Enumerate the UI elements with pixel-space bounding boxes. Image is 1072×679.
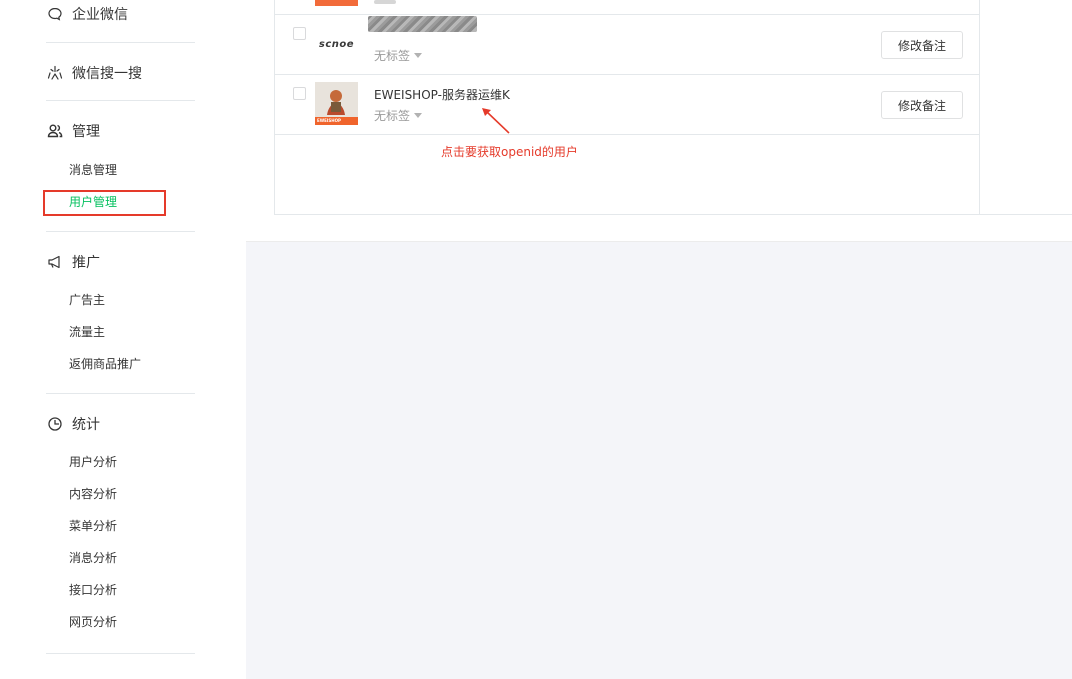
- sidebar-section-promote[interactable]: 推广: [46, 250, 100, 274]
- sidebar-item-message-analysis[interactable]: 消息分析: [69, 549, 117, 567]
- row-checkbox[interactable]: [293, 87, 306, 100]
- sidebar-item-message-manage[interactable]: 消息管理: [69, 161, 117, 179]
- scnoe-logo: scnoe: [318, 39, 355, 50]
- sidebar-section-label: 企业微信: [72, 7, 128, 23]
- sidebar-item-menu-analysis[interactable]: 菜单分析: [69, 517, 117, 535]
- avatar: scnoe: [315, 23, 358, 66]
- sidebar-section-label: 管理: [72, 124, 100, 140]
- caret-down-icon: [414, 113, 423, 118]
- search-sparkle-icon: [46, 64, 64, 82]
- sidebar-item-content-analysis[interactable]: 内容分析: [69, 485, 117, 503]
- megaphone-icon: [46, 253, 64, 271]
- user-tag-dropdown[interactable]: 无标签: [374, 107, 423, 124]
- user-row: scnoe 无标签 修改备注: [275, 15, 980, 75]
- sidebar-section-label: 微信搜一搜: [72, 66, 142, 82]
- redacted-name: [368, 16, 477, 32]
- user-tag-dropdown[interactable]: 无标签: [374, 47, 423, 64]
- sidebar-section-manage[interactable]: 管理: [46, 119, 100, 143]
- sidebar-item-user-analysis[interactable]: 用户分析: [69, 453, 117, 471]
- sidebar-section-label: 推广: [72, 255, 100, 271]
- avatar: EWEISHOP: [315, 82, 358, 125]
- sidebar-section-label: 统计: [72, 417, 100, 433]
- sidebar: 企业微信 微信搜一搜 管理 消息管理 用户管理 推广 广告主 流量主 返佣商品推…: [0, 0, 246, 679]
- users-icon: [46, 122, 64, 140]
- sidebar-item-rebate[interactable]: 返佣商品推广: [69, 355, 141, 373]
- row-checkbox[interactable]: [293, 27, 306, 40]
- divider: [46, 100, 195, 101]
- user-nickname[interactable]: EWEISHOP-服务器运维K: [374, 86, 510, 103]
- tag-label: 无标签: [374, 49, 411, 63]
- sidebar-section-search[interactable]: 微信搜一搜: [46, 61, 142, 85]
- main-panel: scnoe 无标签 修改备注 EWEISHOP EWEISHOP-服务器运维K …: [246, 0, 1072, 242]
- sidebar-item-web-analysis[interactable]: 网页分析: [69, 613, 117, 631]
- sidebar-section-stats[interactable]: 统计: [46, 412, 100, 436]
- clock-chart-icon: [46, 415, 64, 433]
- highlight-box: [43, 190, 166, 216]
- sidebar-item-advertiser[interactable]: 广告主: [69, 291, 105, 309]
- previous-row-tag: [374, 0, 396, 4]
- annotation-arrow-icon: [482, 108, 510, 134]
- sidebar-item-publisher[interactable]: 流量主: [69, 323, 105, 341]
- sidebar-item-api-analysis[interactable]: 接口分析: [69, 581, 117, 599]
- eweishop-logo: EWEISHOP: [317, 118, 341, 123]
- annotation-text: 点击要获取openid的用户: [441, 145, 578, 159]
- divider: [46, 42, 195, 43]
- chat-bubble-icon: [46, 5, 64, 23]
- edit-remark-button[interactable]: 修改备注: [881, 91, 963, 119]
- user-row: EWEISHOP EWEISHOP-服务器运维K 无标签 修改备注: [275, 75, 980, 135]
- user-list: scnoe 无标签 修改备注 EWEISHOP EWEISHOP-服务器运维K …: [274, 0, 980, 215]
- divider: [46, 653, 195, 654]
- divider: [46, 393, 195, 394]
- caret-down-icon: [414, 53, 423, 58]
- divider: [46, 231, 195, 232]
- column-divider: [979, 0, 980, 215]
- tag-label: 无标签: [374, 109, 411, 123]
- column-divider: [980, 214, 1072, 215]
- sidebar-section-wecom[interactable]: 企业微信: [46, 2, 128, 26]
- edit-remark-button[interactable]: 修改备注: [881, 31, 963, 59]
- previous-row-avatar: [315, 0, 358, 6]
